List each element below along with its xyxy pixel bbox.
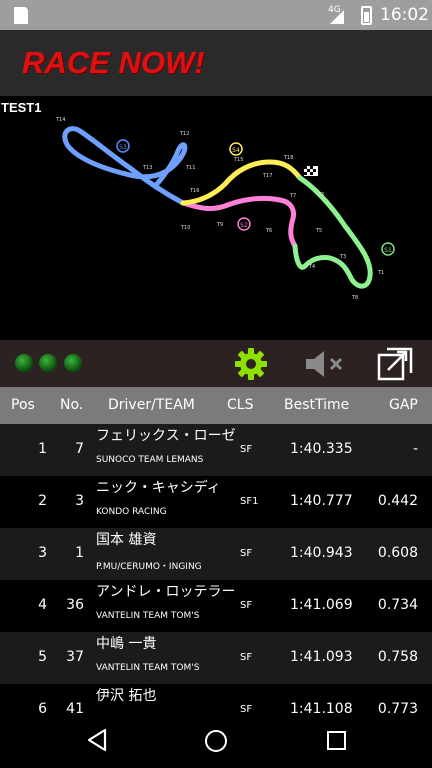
row-pos: 5 [38,649,47,665]
row-driver: アンドレ・ロッテラー [96,584,236,600]
row-pos: 6 [38,701,47,714]
signal-icon [330,10,344,24]
row-best: 1:41.069 [290,597,353,613]
sector-s4-path [180,159,303,206]
header-cls[interactable]: CLS [227,397,253,413]
row-team: VANTELIN TEAM TOM'S [96,611,200,621]
row-no: 7 [75,441,84,457]
row-pos: 3 [38,545,47,561]
row-gap: 0.758 [377,649,418,665]
navigation-bar [0,714,432,768]
turn-label: T9 [216,222,223,228]
row-cls: SF [240,704,253,714]
header-no[interactable]: No. [60,397,83,413]
row-team: VANTELIN TEAM TOM'S [96,663,200,673]
row-gap: 0.608 [377,545,418,561]
row-no: 37 [66,649,84,665]
row-gap: 0.734 [377,597,418,613]
turn-label: T8 [351,295,358,301]
signal-light [39,354,57,372]
sector-s2-label: S2 [240,222,248,229]
gear-icon[interactable] [233,346,269,382]
circuit-svg: S3 S4 S2 S1 T1 T2 T3 T4 T5 T6 T7 T8 T9 T… [55,117,395,301]
row-cls: SF1 [240,496,259,507]
row-driver: フェリックス・ローゼ [96,428,236,444]
header-driver[interactable]: Driver/TEAM [108,397,195,413]
turn-label: T15 [233,157,243,163]
row-no: 1 [75,545,84,561]
turn-label: T13 [142,165,152,171]
controls-bar [0,340,432,387]
status-bar: 4G 16:02 [0,0,432,30]
sector-s1-path [292,175,373,289]
row-driver: 中嶋 一貴 [96,636,157,652]
table-row[interactable]: 3 1 国本 雄資 P.MU/CERUMO・INGING SF 1:40.943… [0,528,432,580]
table-row[interactable]: 6 41 伊沢 拓也 SF 1:41.108 0.773 [0,684,432,714]
row-team: P.MU/CERUMO・INGING [96,562,202,572]
row-pos: 1 [38,441,47,457]
expand-icon[interactable] [376,346,414,382]
row-best: 1:41.108 [290,701,353,714]
results-table: 1 7 フェリックス・ローゼ SUNOCO TEAM LEMANS SF 1:4… [0,424,432,714]
signal-light [15,354,33,372]
header-gap[interactable]: GAP [389,397,418,413]
turn-label: T4 [308,264,315,270]
row-best: 1:40.943 [290,545,353,561]
table-row[interactable]: 1 7 フェリックス・ローゼ SUNOCO TEAM LEMANS SF 1:4… [0,424,432,476]
row-no: 36 [66,597,84,613]
row-pos: 4 [38,597,47,613]
row-driver: 国本 雄資 [96,532,157,548]
row-gap: 0.442 [377,493,418,509]
recent-apps-icon[interactable] [327,731,346,750]
row-cls: SF [240,548,253,559]
turn-label: T12 [179,131,189,137]
turn-label: T7 [289,193,296,199]
row-team: SUNOCO TEAM LEMANS [96,455,204,465]
table-row[interactable]: 2 3 ニック・キャシディ KONDO RACING SF1 1:40.777 … [0,476,432,528]
turn-label: T2 [317,192,324,198]
signal-light [64,354,82,372]
table-row[interactable]: 4 36 アンドレ・ロッテラー VANTELIN TEAM TOM'S SF 1… [0,580,432,632]
header-pos[interactable]: Pos [11,397,35,413]
row-best: 1:40.335 [290,441,353,457]
turn-label: T14 [55,117,65,123]
sector-s1-label: S1 [384,247,392,254]
row-best: 1:41.093 [290,649,353,665]
row-best: 1:40.777 [290,493,353,509]
turn-label: T16 [189,188,199,194]
turn-label: T10 [180,225,190,231]
row-driver: 伊沢 拓也 [96,688,157,704]
row-driver: ニック・キャシディ [96,480,221,496]
app-logo: RACE NOW! [22,45,205,80]
turn-label: T1 [377,270,384,276]
row-team: KONDO RACING [96,507,167,517]
row-cls: SF [240,600,253,611]
results-table-header: Pos No. Driver/TEAM CLS BestTime GAP [0,387,432,424]
battery-icon [361,6,372,25]
row-gap: 0.773 [377,701,418,714]
row-cls: SF [240,652,253,663]
sector-s3-label: S3 [119,144,127,151]
turn-label: T3 [339,254,346,260]
row-no: 41 [66,701,84,714]
header-best[interactable]: BestTime [284,397,349,413]
sd-card-icon [14,7,28,24]
turn-label: T18 [283,155,293,161]
turn-label: T11 [185,165,195,171]
turn-label: T6 [265,228,272,234]
row-no: 3 [75,493,84,509]
sector-s4-label: S4 [232,147,240,154]
home-icon[interactable] [205,730,227,752]
row-gap: - [412,441,418,457]
table-row[interactable]: 5 37 中嶋 一貴 VANTELIN TEAM TOM'S SF 1:41.0… [0,632,432,684]
volume-off-icon[interactable] [304,348,346,380]
status-time: 16:02 [380,5,429,25]
app-header: RACE NOW! [0,30,432,96]
back-icon[interactable] [86,728,108,752]
track-map: TEST1 S3 S4 S2 S1 T1 T2 T3 T4 T5 T6 T7 T… [0,96,432,340]
turn-label: T17 [262,173,272,179]
turn-label: T5 [315,228,322,234]
row-cls: SF [240,444,253,455]
row-pos: 2 [38,493,47,509]
